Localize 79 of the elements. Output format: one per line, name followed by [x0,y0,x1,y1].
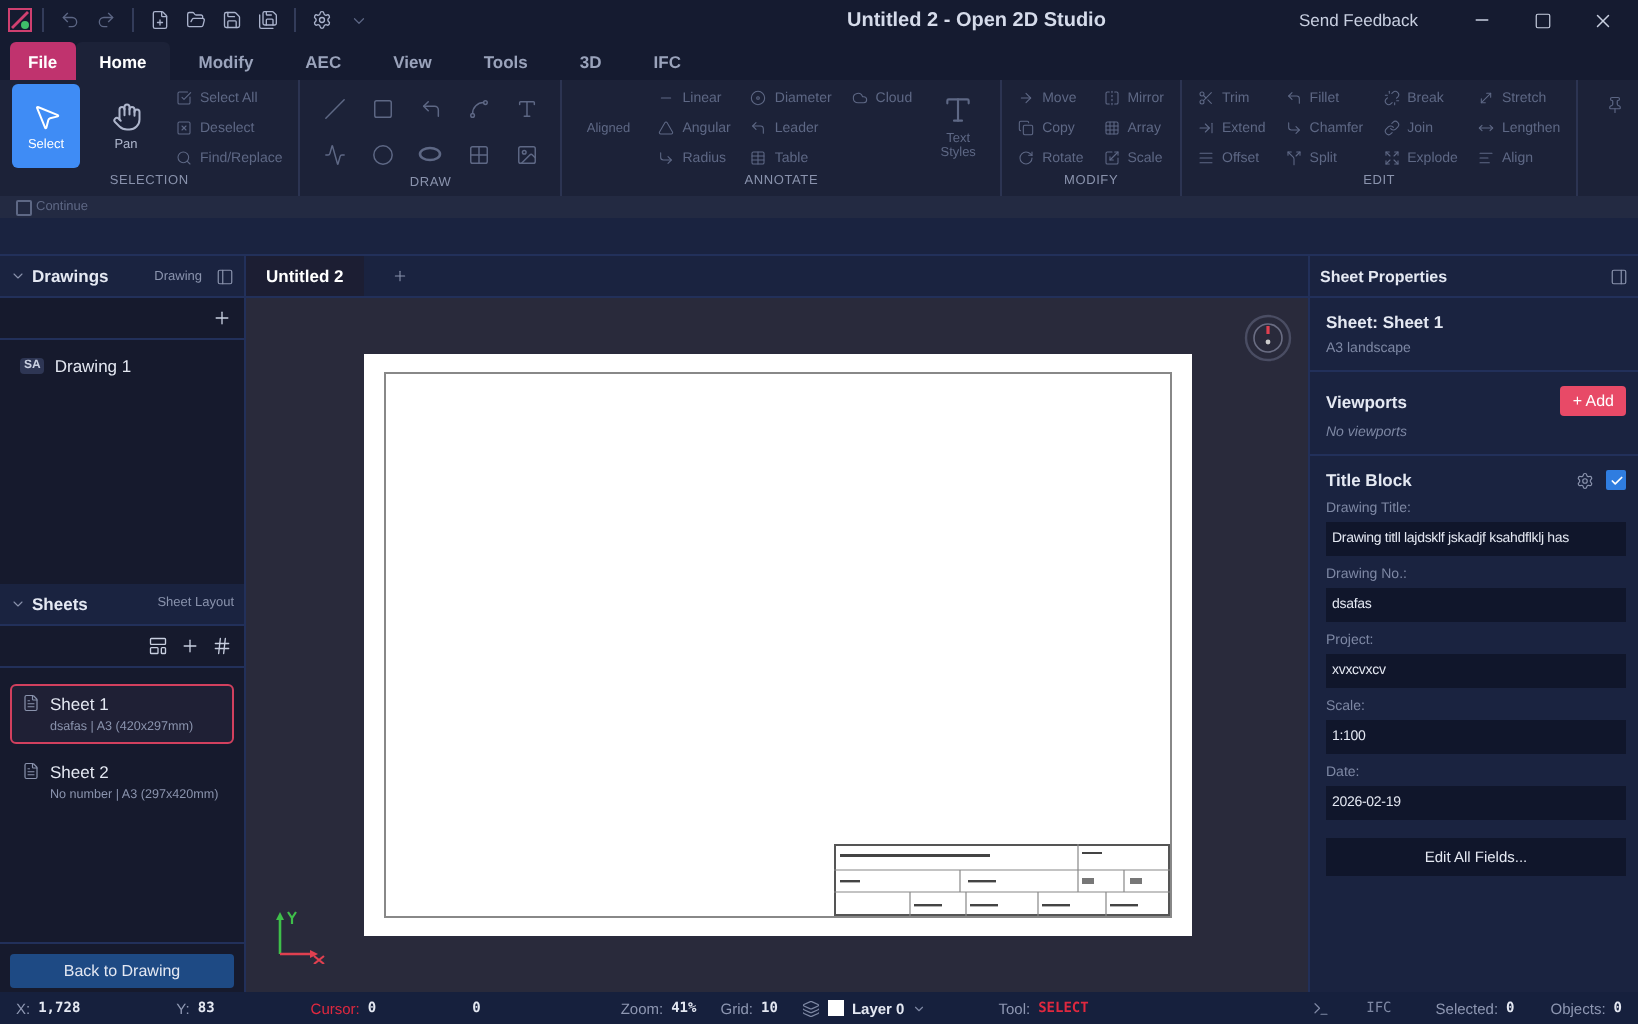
rotate-icon [1018,150,1035,166]
add-tab-icon[interactable] [391,268,408,284]
diameter-icon [750,90,767,106]
section-title: Title Block [1326,470,1414,490]
extend-icon [1198,120,1214,136]
hatch-icon [467,143,490,165]
ribbon-tab[interactable]: IFC [629,42,705,80]
pointer-icon [31,101,61,131]
lengthen-icon [1477,120,1494,136]
angle-icon [658,120,675,136]
offset-icon [1198,150,1214,166]
template-icon[interactable] [148,635,168,655]
document-tab[interactable]: Untitled 2 [246,256,364,296]
break-icon [1383,90,1400,106]
align-icon [1477,150,1494,166]
ellipse-icon [418,146,443,162]
sheet-name: Sheet 2 [50,761,111,781]
chevron-icon[interactable] [10,268,26,284]
layers-icon[interactable] [801,999,820,1017]
back-button[interactable]: Back to Drawing [10,954,234,988]
file-menu-button[interactable]: File [10,42,76,80]
feedback-link[interactable]: Send Feedback [1298,10,1418,30]
zigzag-icon [323,143,346,165]
cloud-icon [851,90,868,106]
panel-title: Sheets [32,593,90,613]
mirror-icon [1103,90,1120,106]
stretch-icon [1477,90,1494,106]
settings-icon[interactable] [1576,471,1594,489]
panel-toggle-icon[interactable] [1610,267,1628,285]
ribbon-tab[interactable]: 3D [555,42,626,80]
split-icon [1285,150,1302,166]
section-title: Viewports [1326,391,1409,411]
circle-icon [371,143,394,165]
sheet-name: Sheet 1 [50,693,111,713]
text-style-icon [942,93,975,125]
ribbon-tab[interactable]: AEC [281,42,366,80]
polyline-icon [467,97,490,119]
window-title: Untitled 2 - Open 2D Studio [845,9,1108,31]
ribbon-tab[interactable]: Modify [174,42,278,80]
scale-icon [1103,150,1120,166]
arrow-icon [1018,90,1035,106]
terminal-icon[interactable] [1312,999,1331,1017]
drawing-item[interactable]: Drawing 1 [54,356,132,376]
maximize-icon [1533,11,1551,29]
panel-title: Drawings [32,266,111,286]
explode-icon [1383,150,1400,166]
close-icon [1591,9,1613,31]
scissors-icon [1198,90,1214,106]
title-block-checkbox[interactable] [1606,470,1626,490]
ribbon-tab[interactable]: View [369,42,456,80]
grid-icon [1103,120,1120,136]
add-viewport-button[interactable]: + Add [1560,386,1626,416]
image-icon [515,143,538,165]
rectangle-icon [371,97,394,119]
radius-icon [658,150,675,166]
hand-icon [111,101,141,131]
axes-icon [274,908,326,964]
deselect-icon [176,120,192,136]
app-logo [8,8,32,32]
layer-swatch [827,1000,844,1016]
checkbox-icon [176,90,192,106]
ribbon-tab[interactable]: Home [75,42,171,80]
compass-icon[interactable] [1244,314,1292,362]
file-icon [22,761,40,779]
text-icon [515,97,538,119]
join-icon [1383,120,1400,136]
file-icon [22,693,40,711]
hash-icon[interactable] [212,635,232,655]
line-icon [323,97,346,119]
panel-title: Sheet Properties [1320,267,1450,285]
copy-icon [1018,120,1035,136]
caret-icon[interactable] [912,1001,927,1015]
ribbon-tab[interactable]: Tools [459,42,552,80]
sheet-title: Sheet: Sheet 1 [1326,312,1446,332]
add-icon[interactable] [212,308,232,328]
panel-toggle-icon[interactable] [216,267,234,285]
table-icon [750,150,767,166]
add-icon[interactable] [180,635,200,655]
search-icon [176,150,192,166]
